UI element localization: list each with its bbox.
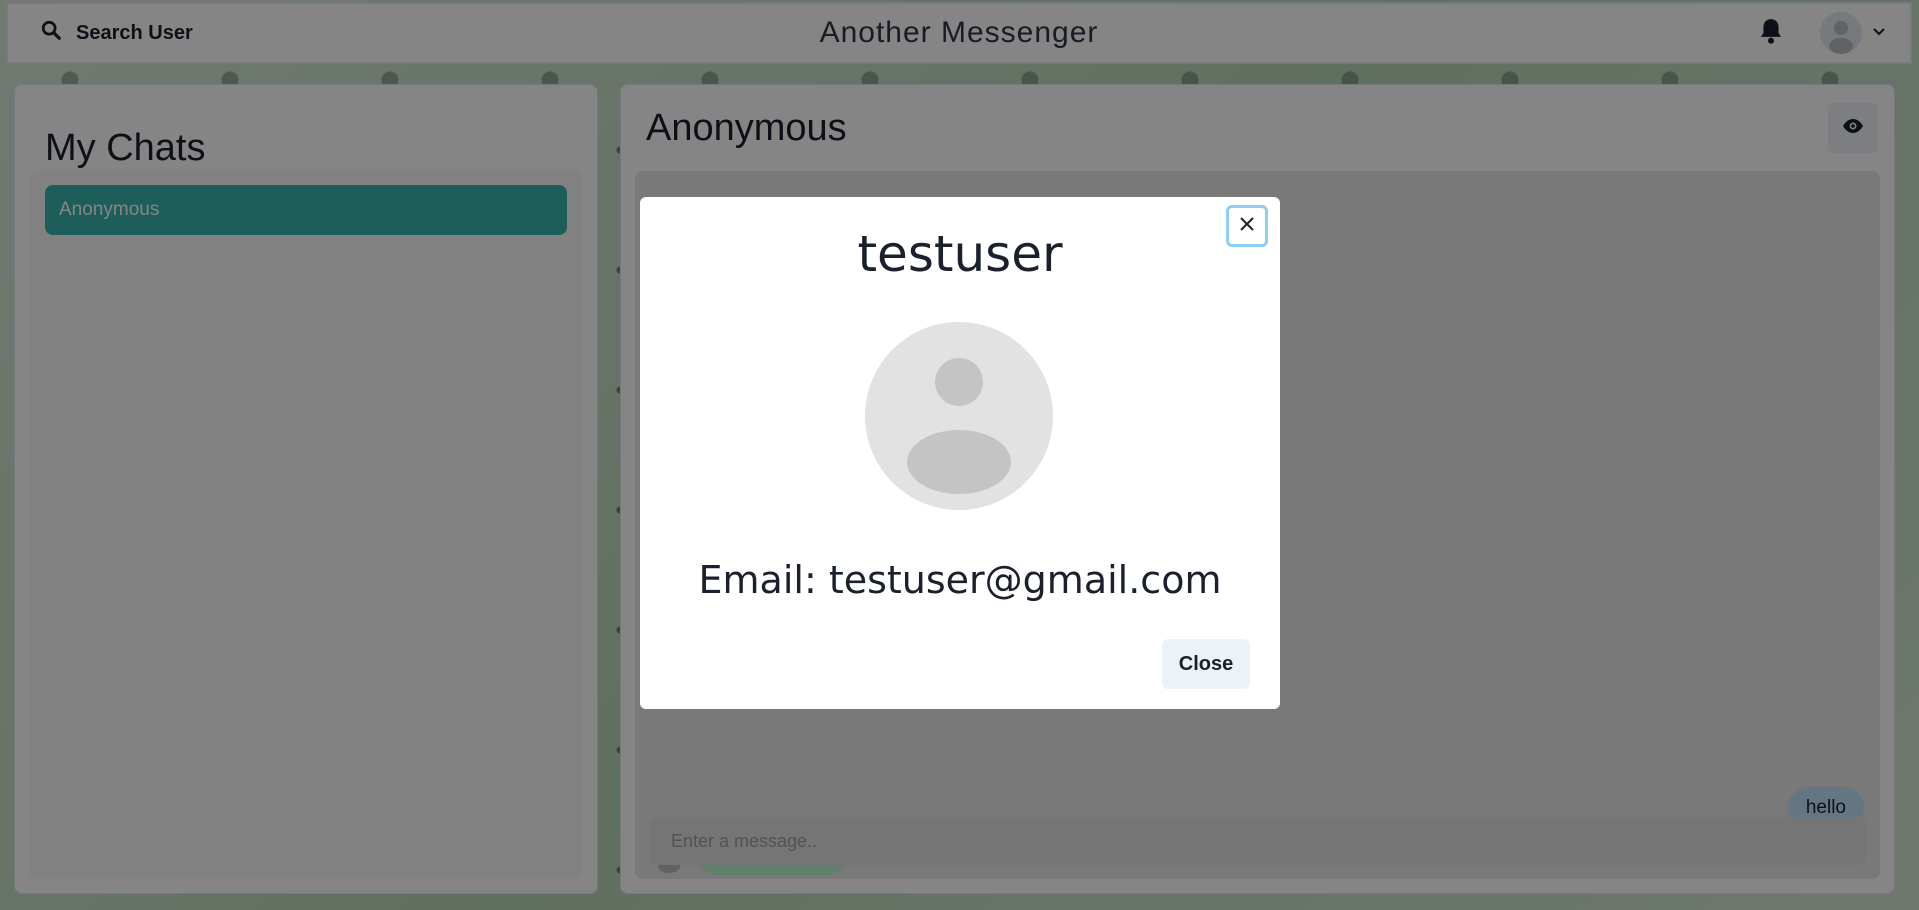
modal-close-x-button[interactable] xyxy=(1226,205,1268,247)
modal-email: Email: testuser@gmail.com xyxy=(698,558,1222,602)
close-icon xyxy=(1239,216,1255,237)
modal-title: testuser xyxy=(857,225,1063,283)
modal-close-button[interactable]: Close xyxy=(1162,639,1250,689)
profile-modal: testuser Email: testuser@gmail.com Close xyxy=(640,197,1280,709)
profile-picture xyxy=(865,322,1053,510)
